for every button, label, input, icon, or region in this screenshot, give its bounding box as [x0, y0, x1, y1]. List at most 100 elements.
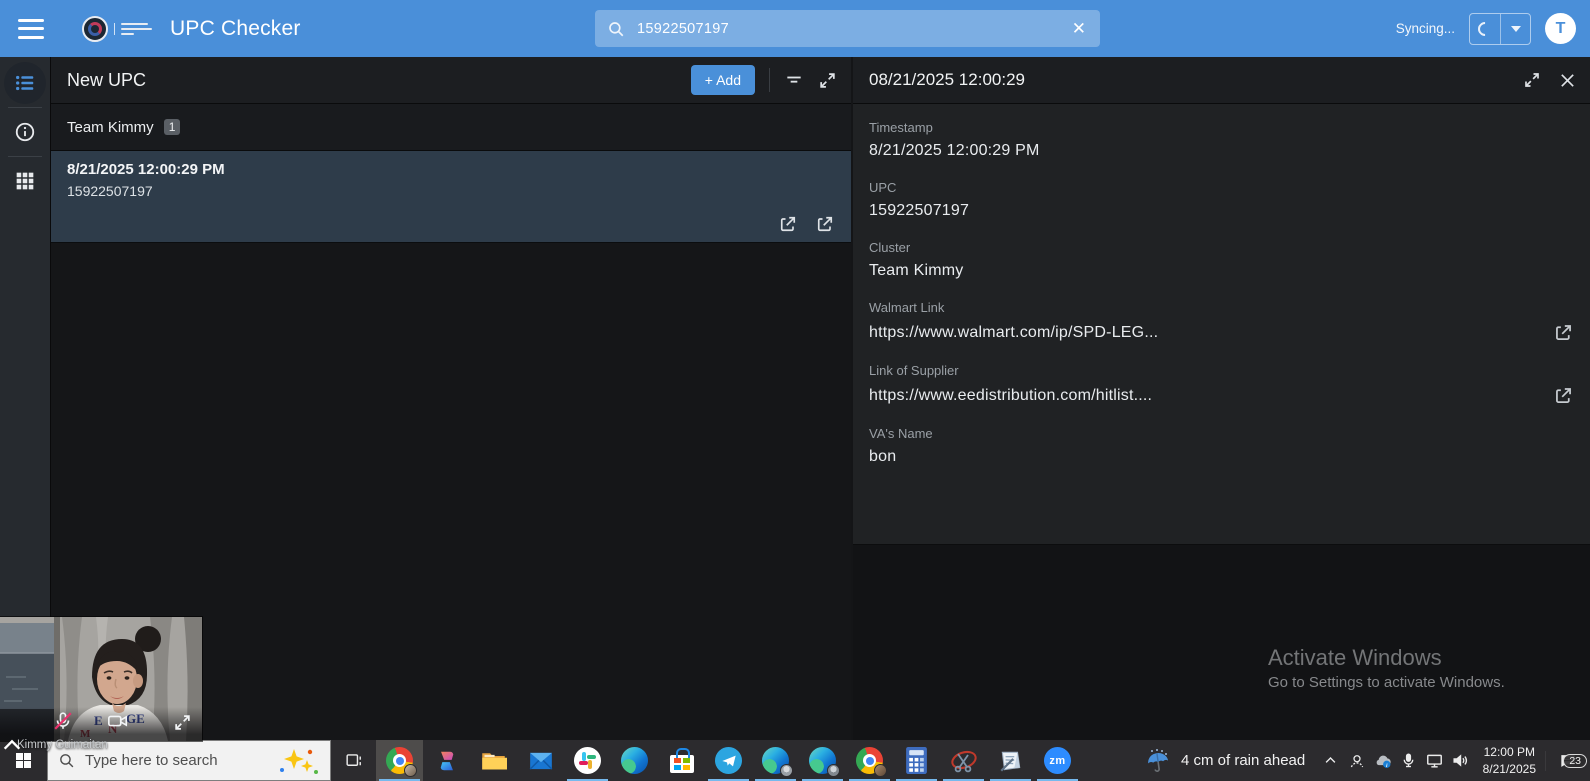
taskbar-app-copilot[interactable] [423, 740, 470, 781]
weather-umbrella-icon [1145, 748, 1171, 774]
filter-button[interactable] [784, 70, 804, 90]
onedrive-icon[interactable]: i [1370, 751, 1396, 771]
sync-spinner-button[interactable] [1470, 14, 1500, 44]
task-view-icon [344, 751, 363, 770]
microphone-icon[interactable] [1396, 752, 1422, 769]
edge-profile-badge [827, 764, 840, 777]
microsoft-store-icon [670, 755, 694, 773]
volume-icon[interactable] [1448, 751, 1474, 770]
taskbar-app-calculator[interactable] [893, 740, 940, 781]
brand-logo-icon [82, 16, 108, 42]
field-supplier-link: Link of Supplier https://www.eedistribut… [869, 363, 1574, 406]
header-actions: Syncing... T [1396, 0, 1576, 57]
taskbar-app-file-explorer[interactable] [470, 740, 517, 781]
clear-search-icon[interactable]: ✕ [1070, 19, 1088, 39]
sidebar-divider [8, 156, 42, 157]
field-timestamp: Timestamp 8/21/2025 12:00:29 PM [869, 120, 1574, 160]
collapse-video-chevron-icon[interactable] [0, 734, 24, 761]
copilot-sparkle-icon [274, 746, 320, 776]
app-header: UPC Checker ✕ Syncing... T [0, 0, 1590, 57]
clock-date: 8/21/2025 [1483, 761, 1536, 777]
header-search: ✕ [595, 10, 1100, 47]
sidebar-item-upc-list[interactable] [4, 62, 46, 104]
file-explorer-icon [480, 747, 507, 774]
edge-profile-badge [780, 764, 793, 777]
group-header[interactable]: Team Kimmy 1 [51, 104, 851, 151]
taskbar-app-notepad[interactable] [987, 740, 1034, 781]
mail-icon [528, 748, 554, 774]
list-panel-controls: + Add [691, 65, 837, 95]
taskbar-app-microsoft-store[interactable] [658, 740, 705, 781]
meet-now-icon[interactable] [1344, 752, 1370, 770]
network-display-icon[interactable] [1422, 751, 1448, 770]
zoom-icon: zm [1044, 747, 1071, 774]
taskbar-app-edge-profile-1[interactable] [752, 740, 799, 781]
expand-panel-button[interactable] [818, 71, 837, 90]
open-walmart-link-icon[interactable] [778, 214, 798, 234]
edge-icon [621, 747, 648, 774]
close-icon [1559, 72, 1576, 89]
sync-dropdown-button[interactable] [1500, 14, 1530, 44]
upc-checker-app: UPC Checker ✕ Syncing... T [0, 0, 1590, 781]
menu-icon[interactable] [18, 19, 44, 39]
notification-count-badge: 23 [1563, 754, 1587, 768]
tray-chevron-up-icon[interactable] [1318, 753, 1344, 768]
taskbar-app-mail[interactable] [517, 740, 564, 781]
search-input[interactable] [635, 20, 1070, 38]
sync-split-button [1469, 13, 1531, 45]
external-link-icon [1553, 322, 1574, 343]
close-detail-button[interactable] [1559, 72, 1576, 89]
card-timestamp: 8/21/2025 12:00:29 PM [67, 161, 835, 178]
chevron-down-icon [1511, 26, 1521, 32]
camera-icon[interactable] [106, 710, 130, 737]
open-walmart-link-button[interactable] [1553, 322, 1574, 343]
taskbar-app-zoom[interactable]: zm [1034, 740, 1081, 781]
controls-divider [769, 68, 770, 92]
upc-detail-panel: 08/21/2025 12:00:29 Timestamp 8/21/2025 … [853, 57, 1590, 781]
open-supplier-link-icon[interactable] [815, 214, 835, 234]
expand-video-icon[interactable] [173, 713, 192, 737]
brand-logo-text [114, 23, 152, 35]
detail-panel-title: 08/21/2025 12:00:29 [869, 70, 1025, 90]
search-icon [607, 20, 625, 38]
field-walmart-link: Walmart Link https://www.walmart.com/ip/… [869, 300, 1574, 343]
taskbar-app-edge[interactable] [611, 740, 658, 781]
taskbar-weather[interactable]: 4 cm of rain ahead [1135, 740, 1315, 781]
expand-detail-button[interactable] [1523, 71, 1541, 89]
taskbar-app-slack[interactable] [564, 740, 611, 781]
weather-text: 4 cm of rain ahead [1181, 752, 1305, 769]
webcam-video-overlay[interactable]: E N GE M Kimmy Guimaitan [0, 617, 202, 741]
search-icon [58, 752, 75, 769]
snipping-tool-icon [950, 748, 978, 774]
taskbar-app-edge-profile-2[interactable] [799, 740, 846, 781]
taskbar-app-telegram[interactable] [705, 740, 752, 781]
chrome-profile-badge [404, 764, 417, 777]
windows-taskbar: Type here to search [0, 740, 1590, 781]
sidebar-item-info[interactable] [4, 111, 46, 153]
mic-muted-icon[interactable] [52, 710, 74, 737]
avatar[interactable]: T [1545, 13, 1576, 44]
taskbar-app-snipping-tool[interactable] [940, 740, 987, 781]
open-supplier-link-button[interactable] [1553, 385, 1574, 406]
clock-time: 12:00 PM [1483, 744, 1536, 760]
taskbar-search-placeholder: Type here to search [85, 752, 274, 769]
add-button[interactable]: + Add [691, 65, 755, 95]
spinner-icon [1475, 19, 1495, 39]
notification-center-button[interactable]: 23 [1545, 751, 1590, 771]
participant-name: Kimmy Guimaitan [17, 739, 108, 751]
card-actions [778, 214, 835, 234]
task-view-button[interactable] [331, 740, 376, 781]
taskbar-app-chrome-profile[interactable] [846, 740, 893, 781]
system-tray: i 12:00 PM 8/21/2025 23 [1318, 740, 1590, 781]
sync-status: Syncing... [1396, 21, 1455, 36]
group-name: Team Kimmy [67, 119, 154, 136]
expand-icon [1523, 71, 1541, 89]
card-upc: 15922507197 [67, 183, 835, 199]
list-panel-header: New UPC + Add [51, 57, 851, 104]
taskbar-clock[interactable]: 12:00 PM 8/21/2025 [1474, 744, 1545, 776]
sidebar-item-apps[interactable] [4, 160, 46, 202]
field-va-name: VA's Name bon [869, 426, 1574, 466]
group-count-badge: 1 [164, 119, 181, 135]
upc-list-item[interactable]: 8/21/2025 12:00:29 PM 15922507197 [51, 151, 851, 243]
taskbar-app-chrome[interactable] [376, 740, 423, 781]
